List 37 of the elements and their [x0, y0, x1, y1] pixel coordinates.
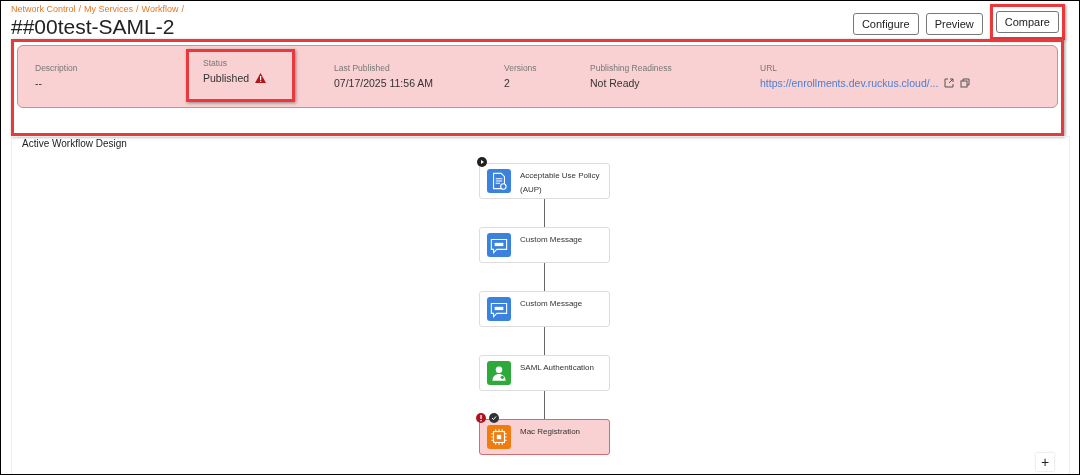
breadcrumb-separator: / [78, 4, 82, 14]
step-label: Mac Registration [520, 426, 581, 438]
status-value: Published [203, 72, 250, 84]
field-label: Versions [504, 63, 538, 73]
step-label: SAML Authentication [520, 362, 594, 374]
zoom-in-button[interactable]: + [1036, 453, 1054, 471]
field-label: Status [203, 58, 229, 68]
workflow-step[interactable]: Custom Message [479, 227, 610, 263]
action-button[interactable]: Compare [995, 11, 1059, 33]
workflow-step[interactable]: Custom Message [479, 291, 610, 327]
field-label: Last Published [334, 63, 391, 73]
field-label: Description [35, 63, 79, 73]
action-button[interactable]: Preview [925, 13, 983, 35]
field-label: Publishing Readiness [590, 63, 673, 73]
page-title: ##00test-SAML-2 [11, 15, 176, 39]
field-label: URL [760, 63, 778, 73]
connector-line [544, 327, 545, 355]
step-label: Custom Message [520, 298, 583, 310]
field-value: 07/17/2025 11:56 AM [334, 77, 434, 89]
workflow-step[interactable]: Mac Registration [479, 419, 610, 455]
field-value: 2 [504, 77, 510, 89]
workflow-step[interactable]: SAML Authentication [479, 355, 610, 391]
connector-line [544, 263, 545, 291]
field-value: -- [35, 77, 42, 89]
step-label: Custom Message [520, 234, 583, 246]
workflow-step[interactable]: Acceptable Use Policy (AUP) [479, 163, 610, 199]
breadcrumb-separator: / [181, 4, 184, 14]
external-link-icon[interactable] [944, 78, 955, 88]
connector-line [544, 391, 545, 419]
breadcrumb-separator: / [136, 4, 139, 14]
copy-icon[interactable] [960, 78, 971, 88]
connector-line [544, 199, 545, 227]
action-button[interactable]: Configure [852, 13, 919, 35]
step-label: Acceptable Use Policy (AUP) [520, 170, 601, 193]
field-value: Not Ready [590, 77, 640, 89]
error-icon [476, 413, 486, 423]
section-title: Active Workflow Design [21, 137, 128, 149]
